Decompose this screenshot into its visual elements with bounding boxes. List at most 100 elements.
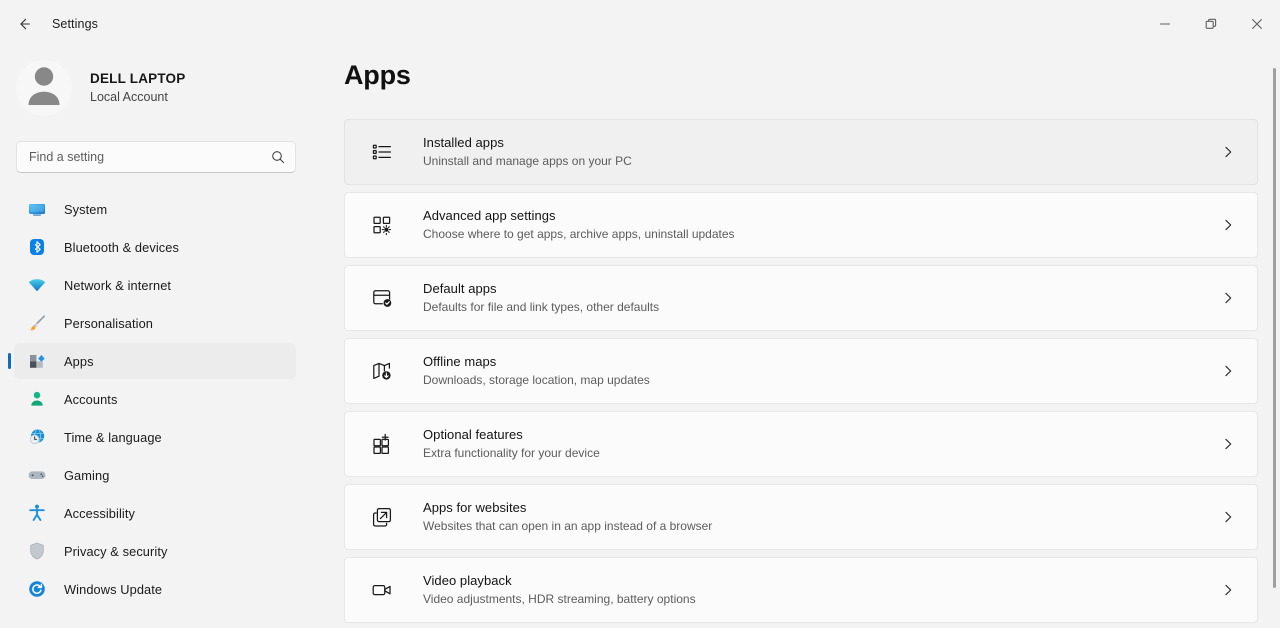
sidebar-item-label: Accounts: [64, 392, 117, 407]
settings-card-installed-apps[interactable]: Installed apps Uninstall and manage apps…: [344, 119, 1258, 185]
search-box[interactable]: [16, 141, 296, 173]
back-button[interactable]: [6, 8, 42, 40]
window-controls: [1142, 0, 1280, 48]
wifi-icon: [26, 274, 48, 296]
bulleted-list-icon: [367, 137, 397, 167]
close-button[interactable]: [1234, 0, 1280, 48]
card-text: Default apps Defaults for file and link …: [423, 280, 1213, 316]
settings-card-list: Installed apps Uninstall and manage apps…: [324, 119, 1280, 623]
card-title: Apps for websites: [423, 499, 1213, 517]
sidebar-item-bluetooth-devices[interactable]: Bluetooth & devices: [14, 229, 296, 265]
sidebar: DELL LAPTOP Local Account: [0, 48, 320, 628]
card-title: Advanced app settings: [423, 207, 1213, 225]
card-text: Apps for websites Websites that can open…: [423, 499, 1213, 535]
sidebar-item-personalisation[interactable]: Personalisation: [14, 305, 296, 341]
card-title: Default apps: [423, 280, 1213, 298]
chevron-right-icon: [1213, 356, 1243, 386]
person-avatar-icon: [16, 60, 72, 116]
chevron-right-icon: [1213, 502, 1243, 532]
card-title: Optional features: [423, 426, 1213, 444]
card-subtitle: Defaults for file and link types, other …: [423, 299, 1213, 316]
card-subtitle: Extra functionality for your device: [423, 445, 1213, 462]
account-card[interactable]: DELL LAPTOP Local Account: [16, 60, 320, 116]
app-title: Settings: [52, 17, 98, 31]
close-icon: [1251, 18, 1263, 30]
card-text: Optional features Extra functionality fo…: [423, 426, 1213, 462]
card-subtitle: Video adjustments, HDR streaming, batter…: [423, 591, 1213, 608]
chevron-right-icon: [1213, 429, 1243, 459]
map-download-icon: [367, 356, 397, 386]
card-title: Offline maps: [423, 353, 1213, 371]
account-subtitle: Local Account: [90, 88, 185, 106]
sidebar-item-gaming[interactable]: Gaming: [14, 457, 296, 493]
search-icon: [271, 150, 285, 164]
settings-card-optional-features[interactable]: Optional features Extra functionality fo…: [344, 411, 1258, 477]
sidebar-item-label: Windows Update: [64, 582, 162, 597]
card-text: Video playback Video adjustments, HDR st…: [423, 572, 1213, 608]
settings-card-offline-maps[interactable]: Offline maps Downloads, storage location…: [344, 338, 1258, 404]
chevron-right-icon: [1213, 575, 1243, 605]
update-refresh-icon: [26, 578, 48, 600]
sidebar-item-time-language[interactable]: Time & language: [14, 419, 296, 455]
paintbrush-icon: [26, 312, 48, 334]
search-input[interactable]: [17, 142, 295, 172]
card-text: Installed apps Uninstall and manage apps…: [423, 134, 1213, 170]
sidebar-item-label: Bluetooth & devices: [64, 240, 179, 255]
sidebar-item-accounts[interactable]: Accounts: [14, 381, 296, 417]
card-title: Installed apps: [423, 134, 1213, 152]
accessibility-person-icon: [26, 502, 48, 524]
body-wrapper: DELL LAPTOP Local Account: [0, 48, 1280, 628]
card-text: Advanced app settings Choose where to ge…: [423, 207, 1213, 243]
sidebar-item-label: Apps: [64, 354, 94, 369]
sidebar-item-label: Accessibility: [64, 506, 135, 521]
sidebar-nav: System Bluetooth & devices: [0, 191, 320, 607]
settings-card-apps-for-websites[interactable]: Apps for websites Websites that can open…: [344, 484, 1258, 550]
sidebar-item-privacy-security[interactable]: Privacy & security: [14, 533, 296, 569]
chevron-right-icon: [1213, 137, 1243, 167]
account-name: DELL LAPTOP: [90, 70, 185, 87]
card-subtitle: Uninstall and manage apps on your PC: [423, 153, 1213, 170]
bluetooth-icon: [26, 236, 48, 258]
system-monitor-icon: [26, 198, 48, 220]
shield-icon: [26, 540, 48, 562]
minimize-button[interactable]: [1142, 0, 1188, 48]
sidebar-item-windows-update[interactable]: Windows Update: [14, 571, 296, 607]
title-bar: Settings: [0, 0, 1280, 48]
card-subtitle: Downloads, storage location, map updates: [423, 372, 1213, 389]
sidebar-item-label: Privacy & security: [64, 544, 168, 559]
sidebar-item-system[interactable]: System: [14, 191, 296, 227]
card-title: Video playback: [423, 572, 1213, 590]
main-scrollbar[interactable]: [1273, 68, 1276, 588]
card-text: Offline maps Downloads, storage location…: [423, 353, 1213, 389]
sidebar-item-label: System: [64, 202, 107, 217]
account-text: DELL LAPTOP Local Account: [90, 70, 185, 106]
settings-card-video-playback[interactable]: Video playback Video adjustments, HDR st…: [344, 557, 1258, 623]
back-arrow-icon: [16, 16, 32, 32]
sidebar-item-label: Personalisation: [64, 316, 153, 331]
avatar: [16, 60, 72, 116]
minimize-icon: [1159, 18, 1171, 30]
sidebar-item-apps[interactable]: Apps: [14, 343, 296, 379]
sidebar-item-label: Network & internet: [64, 278, 171, 293]
sidebar-item-label: Time & language: [64, 430, 162, 445]
grid-plus-icon: [367, 429, 397, 459]
app-settings-gear-icon: [367, 210, 397, 240]
person-icon: [26, 388, 48, 410]
card-subtitle: Choose where to get apps, archive apps, …: [423, 226, 1213, 243]
sidebar-item-accessibility[interactable]: Accessibility: [14, 495, 296, 531]
video-camera-icon: [367, 575, 397, 605]
chevron-right-icon: [1213, 283, 1243, 313]
chevron-right-icon: [1213, 210, 1243, 240]
restore-button[interactable]: [1188, 0, 1234, 48]
settings-card-advanced-app-settings[interactable]: Advanced app settings Choose where to ge…: [344, 192, 1258, 258]
external-link-icon: [367, 502, 397, 532]
clock-globe-icon: [26, 426, 48, 448]
sidebar-item-label: Gaming: [64, 468, 109, 483]
restore-icon: [1205, 18, 1217, 30]
page-title: Apps: [344, 60, 1280, 91]
gamepad-icon: [26, 464, 48, 486]
main-content: Apps Installed apps Uninstall and manage…: [320, 48, 1280, 628]
settings-card-default-apps[interactable]: Default apps Defaults for file and link …: [344, 265, 1258, 331]
sidebar-item-network-internet[interactable]: Network & internet: [14, 267, 296, 303]
card-subtitle: Websites that can open in an app instead…: [423, 518, 1213, 535]
